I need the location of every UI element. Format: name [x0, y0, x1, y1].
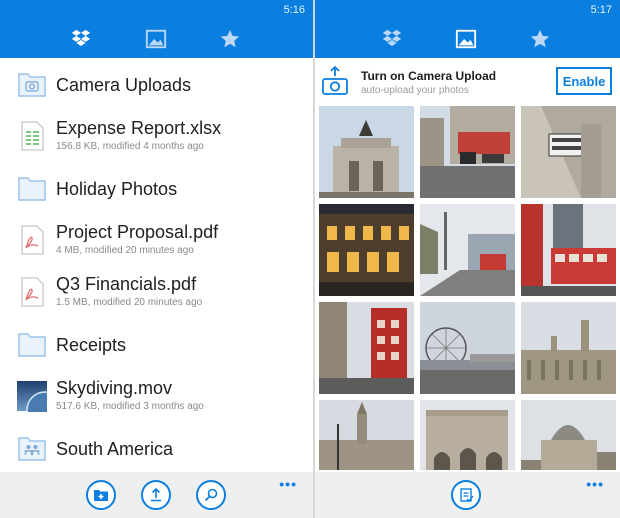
- photo-grid: [319, 106, 616, 470]
- photo-thumbnail[interactable]: [521, 302, 616, 394]
- video-thumbnail-icon: [17, 381, 47, 412]
- file-meta: 4 MB, modified 20 minutes ago: [56, 245, 194, 256]
- status-bar: 5:16: [0, 0, 313, 20]
- photo-thumbnail[interactable]: [420, 204, 515, 296]
- list-item[interactable]: Receipts: [0, 318, 313, 370]
- upload-button[interactable]: [141, 480, 171, 510]
- camera-upload-icon: [322, 66, 348, 95]
- status-time: 5:17: [590, 4, 612, 16]
- search-button[interactable]: [196, 480, 226, 510]
- list-item[interactable]: Expense Report.xlsx 156.8 KB, modified 4…: [0, 110, 313, 162]
- select-button[interactable]: [451, 480, 481, 510]
- status-time: 5:16: [283, 4, 305, 16]
- photos-icon: [455, 29, 477, 49]
- top-tab-bar: [315, 20, 620, 58]
- camera-upload-banner: Turn on Camera Upload auto-upload your p…: [315, 58, 620, 104]
- photo-thumbnail[interactable]: [420, 400, 515, 470]
- enable-button[interactable]: Enable: [556, 67, 612, 95]
- photos-icon: [145, 29, 167, 49]
- file-name: South America: [56, 439, 174, 459]
- photo-thumbnail[interactable]: [420, 302, 515, 394]
- search-icon: [204, 488, 218, 502]
- list-item[interactable]: Camera Uploads: [0, 58, 313, 110]
- star-icon: [530, 29, 550, 48]
- new-folder-icon: [94, 490, 108, 501]
- files-screen: 5:16 Camera Uploads Expense Report.xlsx …: [0, 0, 313, 518]
- list-item[interactable]: Skydiving.mov 517.6 KB, modified 3 month…: [0, 370, 313, 422]
- photo-thumbnail[interactable]: [319, 204, 414, 296]
- more-options-icon[interactable]: •••: [586, 476, 604, 492]
- tab-favorites[interactable]: [217, 26, 243, 52]
- banner-subtitle: auto-upload your photos: [361, 85, 469, 96]
- tab-files[interactable]: [68, 26, 94, 52]
- file-meta: 156.8 KB, modified 4 months ago: [56, 141, 204, 152]
- photo-thumbnail[interactable]: [521, 106, 616, 198]
- pdf-icon: [21, 277, 44, 307]
- spreadsheet-icon: [21, 121, 44, 151]
- file-meta: 517.6 KB, modified 3 months ago: [56, 401, 204, 412]
- star-icon: [220, 29, 240, 48]
- tab-files[interactable]: [379, 26, 405, 52]
- status-bar: 5:17: [315, 0, 620, 20]
- photo-thumbnail[interactable]: [521, 400, 616, 470]
- file-meta: 1.5 MB, modified 20 minutes ago: [56, 297, 203, 308]
- file-name: Expense Report.xlsx: [56, 118, 222, 138]
- list-item[interactable]: Q3 Financials.pdf 1.5 MB, modified 20 mi…: [0, 266, 313, 318]
- top-tab-bar: [0, 20, 313, 58]
- photo-thumbnail[interactable]: [319, 400, 414, 470]
- dropbox-icon: [382, 29, 402, 46]
- list-item[interactable]: Holiday Photos: [0, 162, 313, 214]
- file-name: Project Proposal.pdf: [56, 222, 219, 242]
- more-options-icon[interactable]: •••: [279, 476, 297, 492]
- new-folder-button[interactable]: [86, 480, 116, 510]
- tab-photos[interactable]: [143, 26, 169, 52]
- select-icon: [460, 488, 474, 503]
- photo-thumbnail[interactable]: [521, 204, 616, 296]
- pdf-icon: [21, 225, 44, 255]
- banner-title: Turn on Camera Upload: [361, 69, 497, 83]
- photo-thumbnail[interactable]: [420, 106, 515, 198]
- app-bar: •••: [0, 472, 313, 518]
- tab-photos[interactable]: [453, 26, 479, 52]
- upload-icon: [151, 487, 161, 502]
- photos-screen: 5:17 Turn on Camera Upload auto-upload y…: [315, 0, 620, 518]
- folder-icon: [18, 177, 46, 201]
- app-bar: •••: [315, 472, 620, 518]
- file-name: Camera Uploads: [56, 75, 192, 95]
- tab-favorites[interactable]: [527, 26, 553, 52]
- photo-thumbnail[interactable]: [319, 302, 414, 394]
- file-name: Skydiving.mov: [56, 378, 173, 398]
- file-list: Camera Uploads Expense Report.xlsx 156.8…: [0, 58, 313, 472]
- shared-folder-icon: [18, 437, 46, 461]
- list-item[interactable]: South America: [0, 422, 313, 472]
- photo-thumbnail[interactable]: [319, 106, 414, 198]
- camera-folder-icon: [18, 73, 46, 97]
- file-name: Q3 Financials.pdf: [56, 274, 197, 294]
- dropbox-icon: [71, 29, 91, 46]
- list-item[interactable]: Project Proposal.pdf 4 MB, modified 20 m…: [0, 214, 313, 266]
- folder-icon: [18, 333, 46, 357]
- file-name: Holiday Photos: [56, 179, 178, 199]
- file-name: Receipts: [56, 335, 127, 355]
